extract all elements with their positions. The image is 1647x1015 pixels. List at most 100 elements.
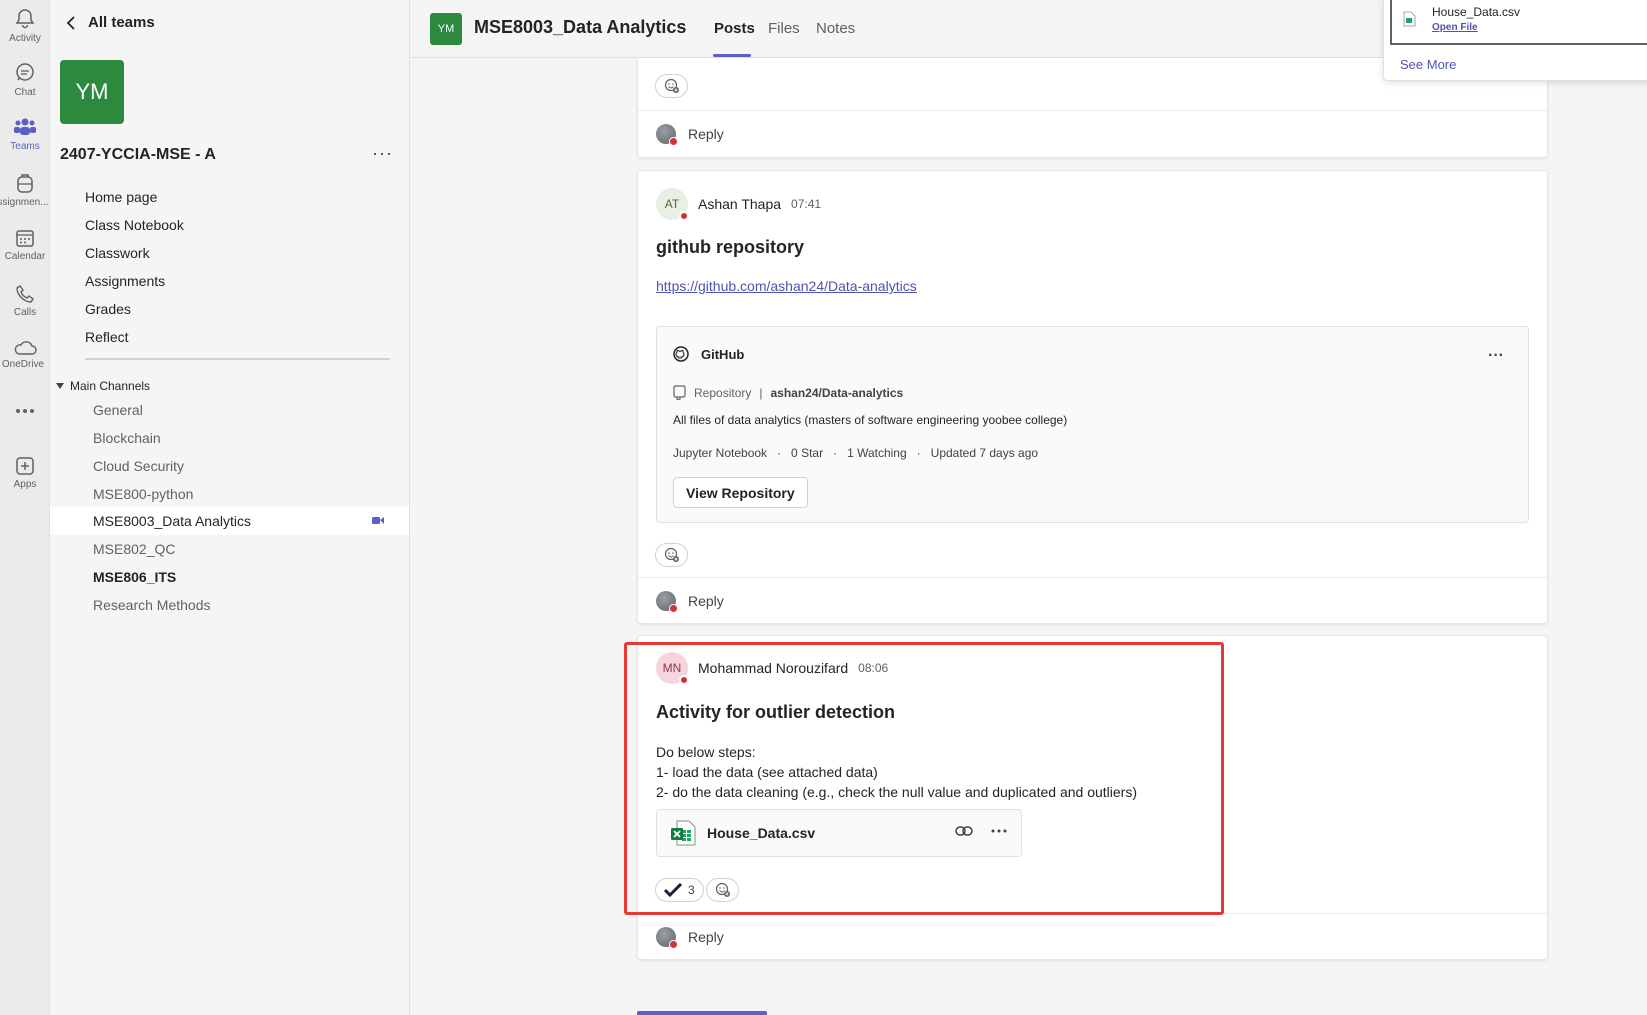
back-label: All teams: [88, 14, 155, 31]
new-post-button[interactable]: [637, 1011, 767, 1015]
reply-button[interactable]: Reply: [638, 913, 1547, 959]
channels-heading-label: Main Channels: [70, 379, 151, 393]
channel-mse800-python[interactable]: MSE800-python: [50, 480, 409, 508]
rail-more[interactable]: [0, 408, 49, 414]
bell-icon: [15, 9, 35, 29]
repository-icon: [673, 385, 686, 400]
team-name: 2407-YCCIA-MSE - A: [60, 146, 216, 163]
repo-link[interactable]: https://github.com/ashan24/Data-analytic…: [656, 278, 917, 294]
all-teams-back[interactable]: All teams: [66, 14, 155, 31]
cloud-icon: [14, 341, 37, 355]
post-card: AT Ashan Thapa 07:41 github repository h…: [637, 170, 1548, 624]
active-tab-indicator: [713, 54, 751, 57]
reply-button[interactable]: Reply: [638, 110, 1547, 156]
emoji-add-icon: [664, 547, 679, 562]
preview-source: GitHub: [673, 346, 744, 362]
avatar: [656, 590, 678, 613]
rail-activity[interactable]: Activity: [0, 8, 49, 44]
reply-button[interactable]: Reply: [638, 577, 1547, 623]
nav-reflect[interactable]: Reflect: [85, 323, 184, 351]
rail-label: Chat: [14, 87, 36, 98]
avatar[interactable]: MN: [656, 652, 689, 685]
view-repository-button[interactable]: View Repository: [673, 477, 808, 508]
rail-apps[interactable]: Apps: [0, 456, 49, 490]
rail-label: Teams: [10, 141, 40, 152]
nav-assignments[interactable]: Assignments: [85, 267, 184, 295]
video-meeting-icon: [372, 517, 384, 524]
avatar[interactable]: AT: [656, 188, 689, 221]
backpack-icon: [17, 174, 33, 193]
chat-icon: [16, 63, 34, 81]
github-icon: [673, 346, 689, 362]
channel-general[interactable]: General: [50, 396, 409, 424]
repo-separator: |: [759, 385, 763, 400]
channel-blockchain[interactable]: Blockchain: [50, 424, 409, 452]
calendar-icon: [16, 230, 34, 247]
channel-mse8003-data-analytics[interactable]: MSE8003_Data Analytics: [50, 507, 409, 535]
add-reaction-button[interactable]: [655, 543, 688, 567]
tab-files[interactable]: Files: [768, 20, 800, 37]
channel-avatar: YM: [430, 13, 462, 45]
channel-mse806-its[interactable]: MSE806_ITS: [50, 563, 409, 591]
add-reaction-button[interactable]: [655, 74, 688, 98]
divider: [85, 358, 390, 360]
rail-assignments[interactable]: ssignmen...: [0, 172, 49, 208]
post-time: 07:41: [791, 197, 822, 211]
nav-classwork[interactable]: Classwork: [85, 239, 184, 267]
preview-source-label: GitHub: [701, 346, 745, 362]
channel-research-methods[interactable]: Research Methods: [50, 591, 409, 619]
avatar-initials: MN: [662, 661, 682, 675]
post-header: AT Ashan Thapa 07:41: [656, 188, 822, 221]
link-icon[interactable]: [955, 825, 973, 837]
channel-title: MSE8003_Data Analytics: [474, 17, 687, 37]
nav-grades[interactable]: Grades: [85, 295, 184, 323]
rail-onedrive[interactable]: OneDrive: [0, 340, 49, 370]
add-app-icon: [16, 457, 34, 475]
checkmark-reaction[interactable]: 3: [655, 878, 704, 902]
repo-type: Repository: [694, 385, 752, 400]
avatar: [656, 926, 678, 949]
post-author[interactable]: Mohammad Norouzifard: [698, 660, 848, 676]
team-pane: All teams YM 2407-YCCIA-MSE - A ··· Home…: [50, 0, 410, 1015]
post-body: Do below steps: 1- load the data (see at…: [656, 742, 1137, 802]
channels-heading[interactable]: Main Channels: [56, 379, 150, 393]
link-preview-card: GitHub ··· Repository | ashan24/Data-ana…: [656, 326, 1529, 523]
post-author[interactable]: Ashan Thapa: [698, 196, 781, 212]
more-icon[interactable]: [991, 829, 1007, 833]
presence-busy-icon: [679, 211, 689, 221]
rail-chat[interactable]: Chat: [0, 62, 49, 98]
channel-mse802-qc[interactable]: MSE802_QC: [50, 535, 409, 563]
file-actions: [955, 825, 1007, 837]
repo-description: All files of data analytics (masters of …: [673, 413, 1068, 427]
preview-more-button[interactable]: ···: [1488, 347, 1504, 365]
team-more-button[interactable]: ···: [372, 143, 393, 164]
post-card: MN Mohammad Norouzifard 08:06 Activity f…: [637, 635, 1548, 960]
rail-teams[interactable]: Teams: [0, 116, 49, 152]
add-reaction-button[interactable]: [706, 878, 739, 902]
emoji-add-icon: [664, 78, 679, 93]
team-nav: Home page Class Notebook Classwork Assig…: [85, 183, 184, 351]
see-more-link[interactable]: See More: [1400, 57, 1456, 72]
channel-cloud-security[interactable]: Cloud Security: [50, 452, 409, 480]
phone-icon: [16, 285, 34, 303]
excel-file-icon: [671, 820, 696, 846]
file-attachment[interactable]: House_Data.csv: [656, 809, 1022, 857]
reply-label: Reply: [688, 125, 724, 142]
popup-file-item[interactable]: House_Data.csv Open File: [1390, 0, 1647, 45]
rail-label: Activity: [9, 33, 41, 44]
rail-label: Apps: [13, 479, 37, 490]
nav-home-page[interactable]: Home page: [85, 183, 184, 211]
rail-label: OneDrive: [1, 359, 45, 370]
tab-posts[interactable]: Posts: [714, 20, 755, 37]
post-subject: github repository: [656, 237, 804, 257]
rail-calendar[interactable]: Calendar: [0, 228, 49, 262]
rail-calls[interactable]: Calls: [0, 284, 49, 318]
repo-info: Repository | ashan24/Data-analytics: [673, 385, 903, 400]
open-file-link[interactable]: Open File: [1432, 22, 1478, 33]
reply-label: Reply: [688, 592, 724, 609]
presence-busy-icon: [679, 675, 689, 685]
tab-notes[interactable]: Notes: [816, 20, 855, 37]
nav-class-notebook[interactable]: Class Notebook: [85, 211, 184, 239]
popup-file-name: House_Data.csv: [1432, 5, 1521, 19]
body-line: 1- load the data (see attached data): [656, 764, 878, 780]
